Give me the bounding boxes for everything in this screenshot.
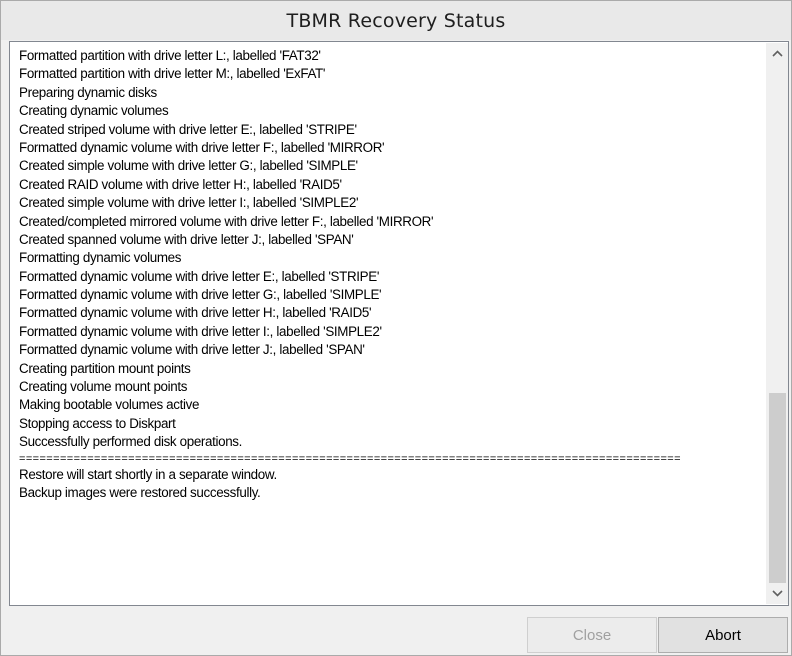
log-line: Created RAID volume with drive letter H:… <box>19 176 342 192</box>
log-line: Formatted partition with drive letter L:… <box>19 48 321 63</box>
log-line: Formatted dynamic volume with drive lett… <box>19 342 365 358</box>
log-line: Formatted partition with drive letter M:… <box>19 66 326 82</box>
log-line: Backup images were restored successfully… <box>19 484 261 500</box>
log-lines: Formatted partition with drive letter L:… <box>19 47 766 452</box>
log-line: Formatted dynamic volume with drive lett… <box>19 139 385 155</box>
log-separator: ========================================… <box>19 454 681 463</box>
chevron-up-icon <box>772 50 783 57</box>
log-line: Successfully performed disk operations. <box>19 434 243 450</box>
log-after-lines: Restore will start shortly in a separate… <box>19 466 766 503</box>
chevron-down-icon <box>772 590 783 597</box>
title-bar[interactable]: TBMR Recovery Status <box>1 1 791 40</box>
log-line: Created simple volume with drive letter … <box>19 195 359 211</box>
vertical-scrollbar[interactable] <box>766 43 788 604</box>
window-title: TBMR Recovery Status <box>286 9 506 32</box>
log-line: Making bootable volumes active <box>19 397 200 413</box>
log-line: Stopping access to Diskpart <box>19 415 176 431</box>
log-textbox[interactable]: Formatted partition with drive letter L:… <box>9 41 789 606</box>
log-line: Formatted dynamic volume with drive lett… <box>19 287 382 303</box>
close-button[interactable]: Close <box>527 617 657 653</box>
scroll-up-arrow[interactable] <box>767 43 788 64</box>
log-line: Preparing dynamic disks <box>19 84 157 100</box>
abort-button[interactable]: Abort <box>658 617 788 653</box>
log-line: Creating partition mount points <box>19 360 191 376</box>
log-line: Created/completed mirrored volume with d… <box>19 213 434 229</box>
log-line: Created striped volume with drive letter… <box>19 121 357 137</box>
recovery-status-window: TBMR Recovery Status Formatted partition… <box>0 0 792 656</box>
log-line: Creating dynamic volumes <box>19 103 169 119</box>
log-line: Formatting dynamic volumes <box>19 250 182 266</box>
log-line: Formatted dynamic volume with drive lett… <box>19 305 372 321</box>
scroll-down-arrow[interactable] <box>767 583 788 604</box>
log-content: Formatted partition with drive letter L:… <box>11 43 766 604</box>
button-bar: Close Abort <box>1 607 791 655</box>
log-line: Created simple volume with drive letter … <box>19 158 358 174</box>
log-line: Formatted dynamic volume with drive lett… <box>19 323 382 339</box>
log-line: Creating volume mount points <box>19 379 188 395</box>
log-line: Restore will start shortly in a separate… <box>19 466 277 482</box>
log-line: Formatted dynamic volume with drive lett… <box>19 268 380 284</box>
log-line: Created spanned volume with drive letter… <box>19 231 354 247</box>
scroll-thumb[interactable] <box>769 393 786 583</box>
